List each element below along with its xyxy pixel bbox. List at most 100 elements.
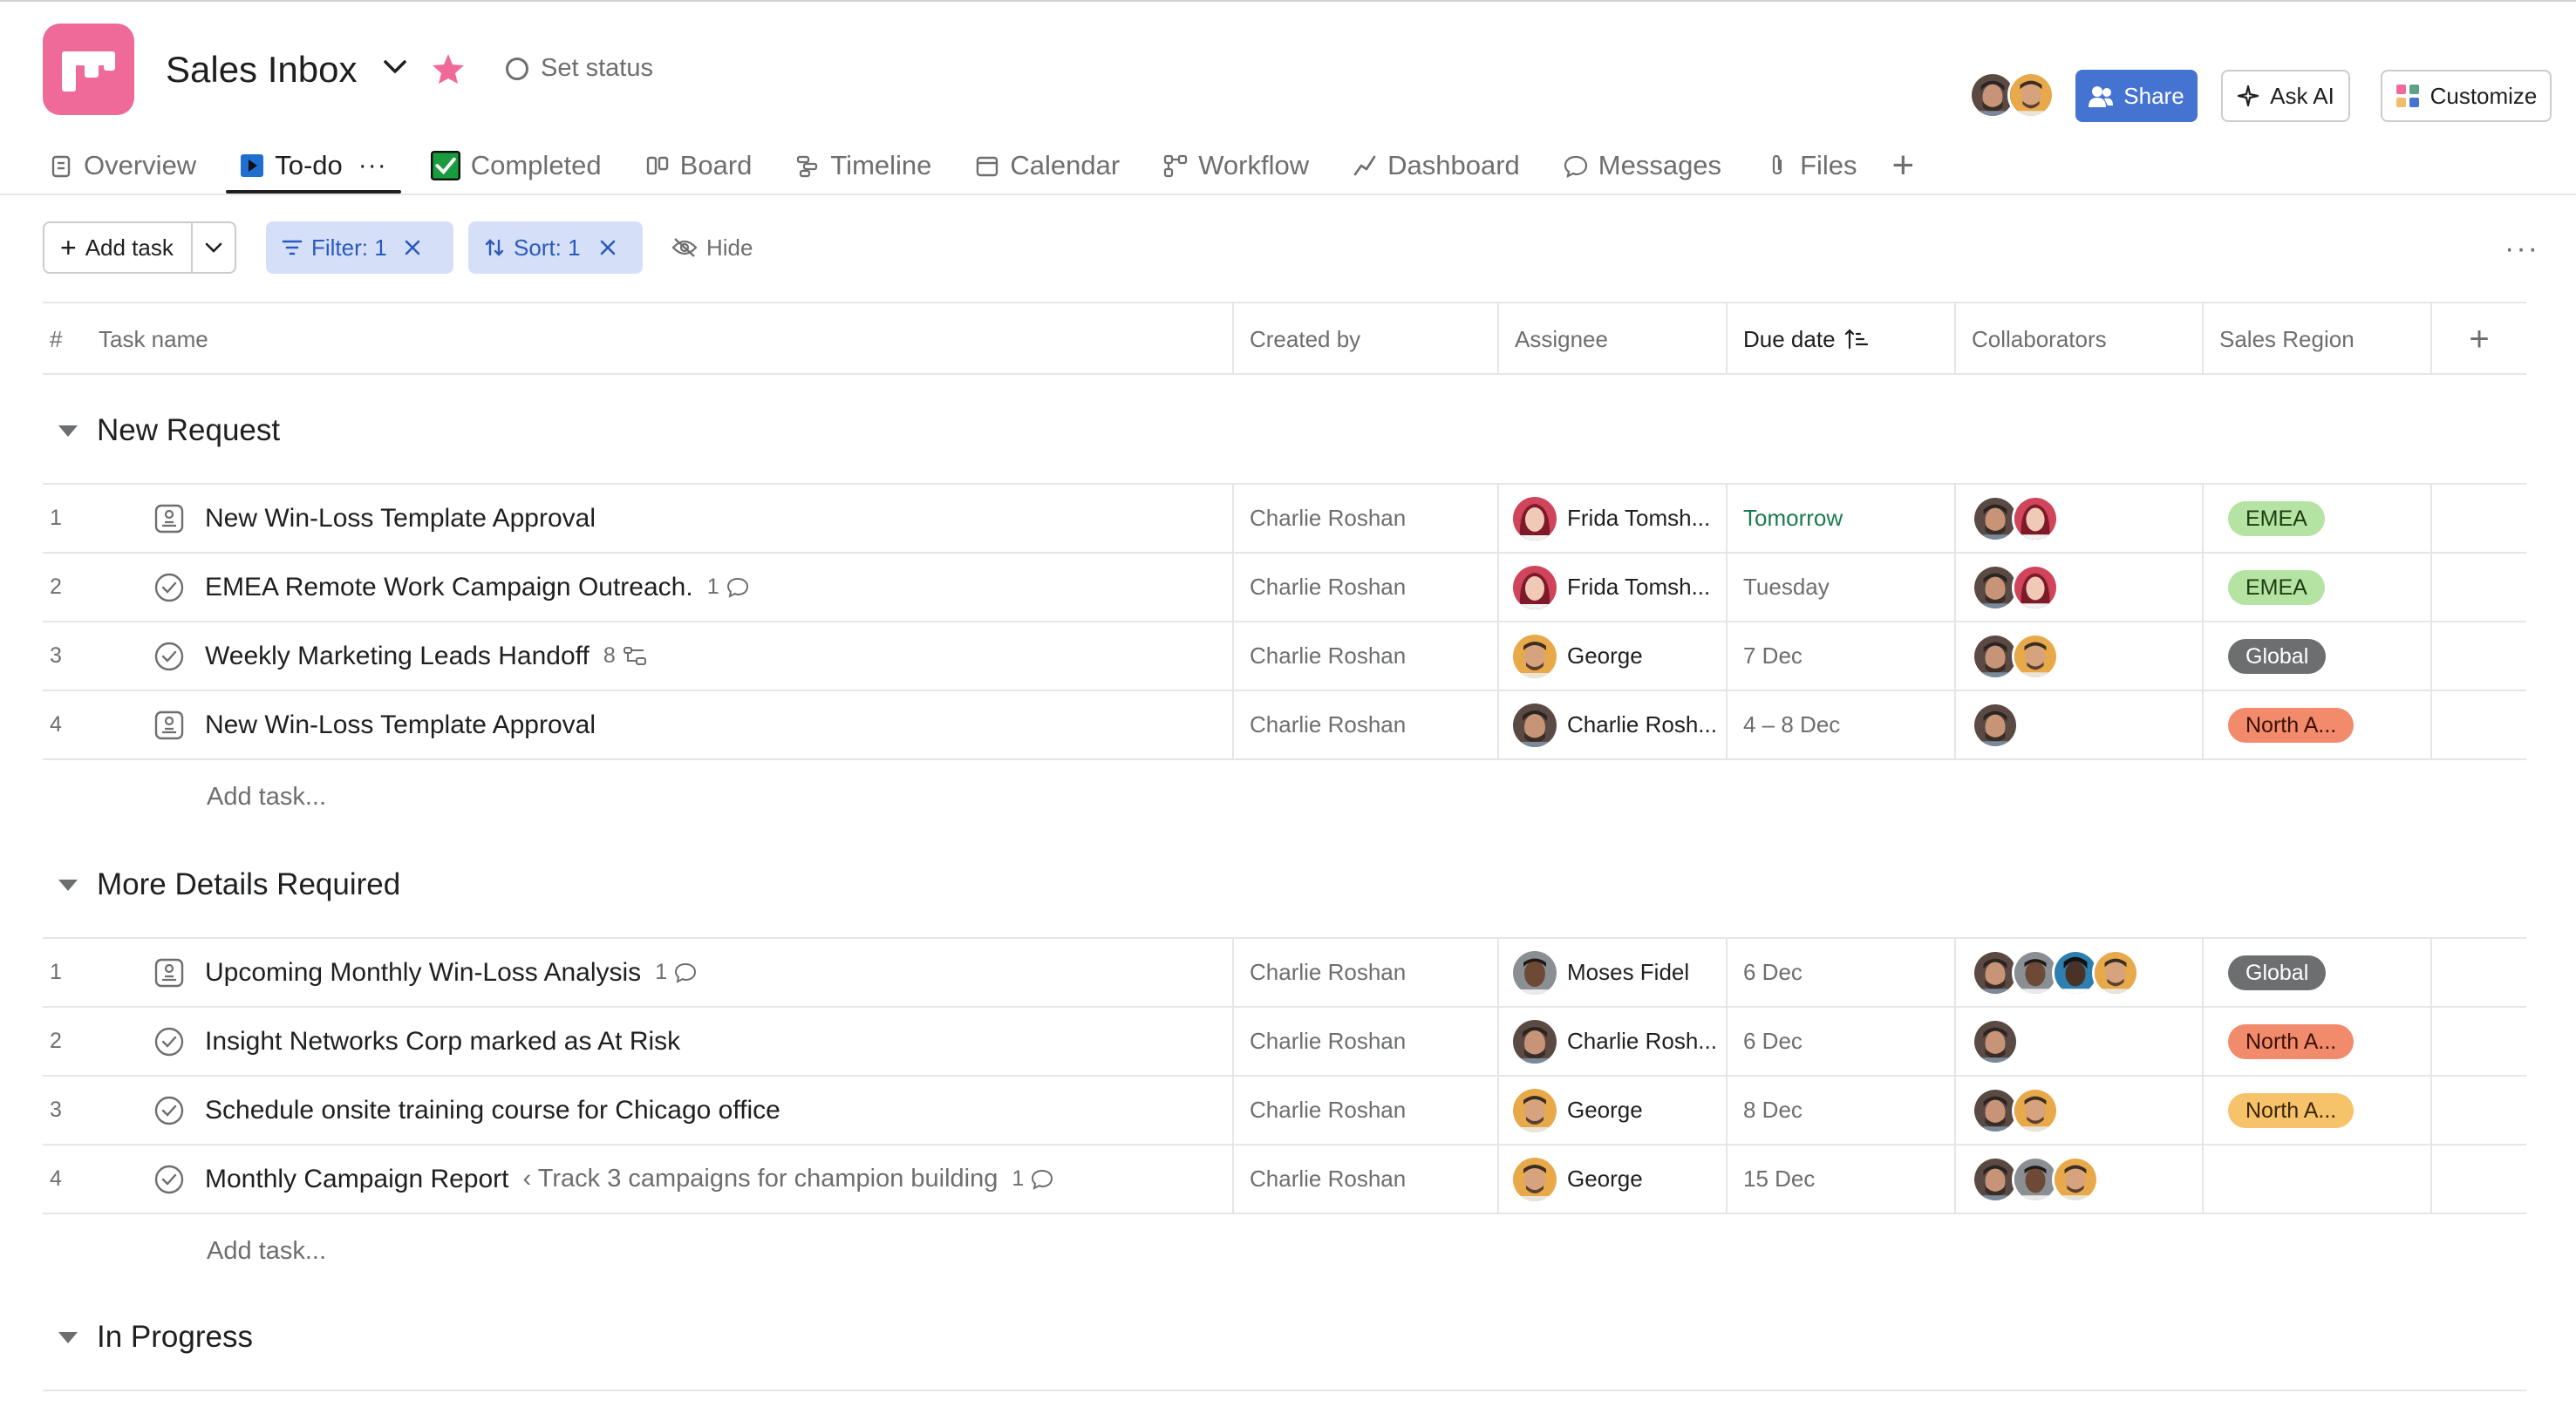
sales-region-cell[interactable]: EMEA (2202, 554, 2430, 621)
table-row[interactable]: 2 EMEA Remote Work Campaign Outreach. 1 … (43, 554, 2526, 622)
section-header[interactable]: New Request (43, 378, 2526, 485)
sales-region-cell[interactable]: North A... (2202, 691, 2430, 758)
due-date-cell[interactable]: 7 Dec (1726, 622, 1954, 690)
table-row[interactable]: 3 Schedule onsite training course for Ch… (43, 1077, 2526, 1145)
assignee-cell[interactable]: Charlie Rosh... (1497, 1008, 1726, 1075)
due-date-cell[interactable]: Tuesday (1726, 554, 1954, 621)
sales-region-cell[interactable]: Global (2202, 622, 2430, 690)
parent-task-link[interactable]: ‹ Track 3 campaigns for champion buildin… (523, 1165, 998, 1193)
customize-button[interactable]: Customize (2381, 70, 2552, 122)
approval-icon[interactable] (154, 939, 189, 1006)
check-circle-icon[interactable] (154, 554, 189, 621)
due-date-cell[interactable]: 8 Dec (1726, 1077, 1954, 1144)
approval-icon[interactable] (154, 691, 189, 758)
column-created-by[interactable]: Created by (1232, 303, 1497, 375)
collaborators-cell[interactable] (1954, 691, 2202, 758)
caret-down-icon[interactable] (58, 1331, 78, 1343)
project-members[interactable] (1969, 71, 2055, 119)
check-circle-icon[interactable] (154, 1145, 189, 1213)
due-date-cell[interactable]: Tomorrow (1726, 485, 1954, 552)
hide-button[interactable]: Hide (671, 221, 753, 274)
column-collaborators[interactable]: Collaborators (1954, 303, 2202, 375)
sales-region-cell[interactable]: North A... (2202, 1008, 2430, 1075)
task-name[interactable]: New Win-Loss Template Approval (205, 691, 1225, 758)
due-date-cell[interactable]: 6 Dec (1726, 939, 1954, 1006)
column-task-name[interactable]: Task name (83, 303, 208, 375)
check-circle-icon[interactable] (154, 1008, 189, 1075)
tab-more-icon[interactable]: ··· (358, 151, 387, 180)
tab-messages[interactable]: Messages (1564, 139, 1721, 192)
created-by-cell[interactable]: Charlie Roshan (1232, 939, 1497, 1006)
project-title[interactable]: Sales Inbox (166, 49, 357, 91)
task-name[interactable]: Upcoming Monthly Win-Loss Analysis 1 (205, 939, 1225, 1006)
filter-chip[interactable]: Filter: 1 (266, 221, 453, 274)
approval-icon[interactable] (154, 485, 189, 552)
task-name[interactable]: Insight Networks Corp marked as At Risk (205, 1008, 1225, 1075)
assignee-cell[interactable]: Moses Fidel (1497, 939, 1726, 1006)
assignee-cell[interactable]: Frida Tomsh... (1497, 554, 1726, 621)
share-button[interactable]: Share (2075, 70, 2198, 122)
ask-ai-button[interactable]: Ask AI (2221, 70, 2350, 122)
table-row[interactable]: 4 New Win-Loss Template Approval Charlie… (43, 691, 2526, 760)
table-row[interactable]: 1 New Win-Loss Template Approval Charlie… (43, 485, 2526, 554)
caret-down-icon[interactable] (58, 879, 78, 891)
task-name[interactable]: Weekly Marketing Leads Handoff 8 (205, 622, 1225, 690)
close-icon[interactable] (598, 238, 617, 257)
more-options-icon[interactable]: ··· (2504, 232, 2539, 266)
assignee-cell[interactable]: Charlie Rosh... (1497, 691, 1726, 758)
due-date-cell[interactable]: 15 Dec (1726, 1145, 1954, 1213)
comment-count[interactable]: 1 (655, 960, 697, 985)
due-date-cell[interactable]: 4 – 8 Dec (1726, 691, 1954, 758)
table-row[interactable]: 3 Weekly Marketing Leads Handoff 8 Charl… (43, 622, 2526, 691)
created-by-cell[interactable]: Charlie Roshan (1232, 691, 1497, 758)
chevron-down-icon[interactable] (382, 58, 408, 77)
due-date-cell[interactable]: 6 Dec (1726, 1008, 1954, 1075)
star-icon[interactable] (431, 52, 466, 85)
project-logo-icon[interactable] (43, 24, 134, 115)
collaborators-cell[interactable] (1954, 1077, 2202, 1144)
sales-region-cell[interactable]: North A... (2202, 1077, 2430, 1144)
collaborators-cell[interactable] (1954, 485, 2202, 552)
assignee-cell[interactable]: George (1497, 1077, 1726, 1144)
tab-calendar[interactable]: Calendar (975, 139, 1120, 192)
created-by-cell[interactable]: Charlie Roshan (1232, 622, 1497, 690)
tab-files[interactable]: Files (1765, 139, 1857, 192)
add-task-inline[interactable]: Add task... (43, 1214, 2526, 1288)
task-name[interactable]: Monthly Campaign Report ‹ Track 3 campai… (205, 1145, 1225, 1213)
task-name[interactable]: Schedule onsite training course for Chic… (205, 1077, 1225, 1144)
created-by-cell[interactable]: Charlie Roshan (1232, 554, 1497, 621)
subtask-count[interactable]: 8 (603, 643, 647, 669)
collaborators-cell[interactable] (1954, 1008, 2202, 1075)
column-due-date[interactable]: Due date (1726, 303, 1954, 375)
caret-down-icon[interactable] (58, 425, 78, 437)
sales-region-cell[interactable]: EMEA (2202, 485, 2430, 552)
created-by-cell[interactable]: Charlie Roshan (1232, 1008, 1497, 1075)
table-row[interactable]: 1 Upcoming Monthly Win-Loss Analysis 1 C… (43, 939, 2526, 1008)
sort-chip[interactable]: Sort: 1 (468, 221, 643, 274)
collaborators-cell[interactable] (1954, 939, 2202, 1006)
task-name[interactable]: EMEA Remote Work Campaign Outreach. 1 (205, 554, 1225, 621)
column-sales-region[interactable]: Sales Region (2202, 303, 2430, 375)
created-by-cell[interactable]: Charlie Roshan (1232, 485, 1497, 552)
comment-count[interactable]: 1 (1012, 1166, 1053, 1192)
tab-board[interactable]: Board (645, 139, 752, 192)
set-status-button[interactable]: Set status (506, 54, 653, 83)
assignee-cell[interactable]: George (1497, 1145, 1726, 1213)
table-row[interactable]: 2 Insight Networks Corp marked as At Ris… (43, 1008, 2526, 1077)
check-circle-icon[interactable] (154, 1077, 189, 1144)
section-header[interactable]: More Details Required (43, 833, 2526, 939)
collaborators-cell[interactable] (1954, 1145, 2202, 1213)
check-circle-icon[interactable] (154, 622, 189, 690)
add-task-dropdown[interactable] (193, 223, 235, 272)
collaborators-cell[interactable] (1954, 554, 2202, 621)
add-task-inline[interactable]: Add task... (43, 760, 2526, 833)
comment-count[interactable]: 1 (707, 574, 749, 600)
add-task-button[interactable]: + Add task (44, 223, 194, 272)
column-assignee[interactable]: Assignee (1497, 303, 1726, 375)
section-header[interactable]: In Progress (43, 1285, 2526, 1391)
tab-workflow[interactable]: Workflow (1163, 139, 1309, 192)
tab-completed[interactable]: Completed (430, 139, 602, 192)
task-name[interactable]: New Win-Loss Template Approval (205, 485, 1225, 552)
tab-overview[interactable]: Overview (49, 139, 196, 192)
assignee-cell[interactable]: Frida Tomsh... (1497, 485, 1726, 552)
